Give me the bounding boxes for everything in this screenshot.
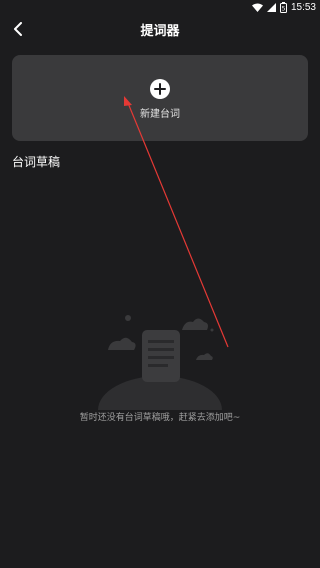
nav-bar: 提词器 <box>0 14 320 44</box>
battery-icon: 5 <box>279 1 287 13</box>
status-bar: 5 15:53 <box>0 0 320 14</box>
status-time: 15:53 <box>290 1 316 13</box>
empty-state-illustration <box>98 315 222 410</box>
page-title: 提词器 <box>140 24 180 39</box>
empty-state-message: 暂时还没有台词草稿哦，赶紧去添加吧~ <box>79 413 241 423</box>
drafts-heading: 台词草稿 <box>12 155 61 169</box>
signal-icon <box>266 2 276 12</box>
plus-circle-icon <box>150 79 170 99</box>
new-script-button[interactable]: 新建台词 <box>12 55 308 141</box>
new-script-label: 新建台词 <box>140 109 180 120</box>
wifi-icon <box>251 3 263 12</box>
svg-text:5: 5 <box>282 5 286 12</box>
